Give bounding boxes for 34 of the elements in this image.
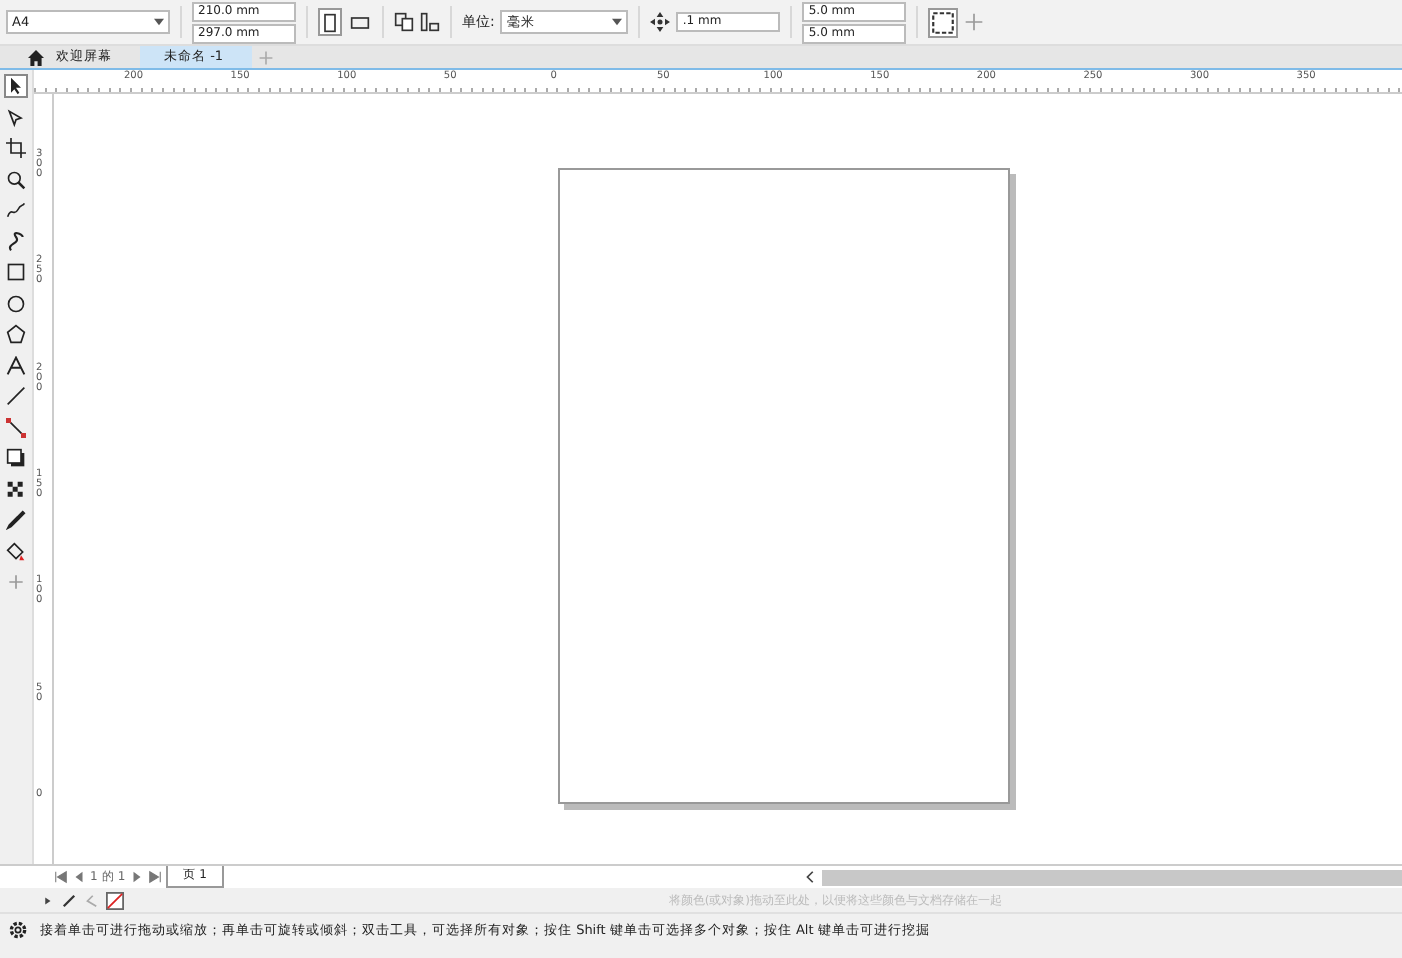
- previous-page-icon[interactable]: [72, 870, 86, 884]
- rectangle-tool-icon[interactable]: [4, 260, 28, 284]
- text-tool-icon[interactable]: [4, 353, 28, 377]
- home-icon: [28, 49, 44, 65]
- no-color-swatch[interactable]: [106, 891, 124, 909]
- expand-arrow-icon[interactable]: [40, 893, 54, 907]
- polygon-tool-icon[interactable]: [4, 322, 28, 346]
- shape-tool-icon[interactable]: [4, 105, 28, 129]
- page-layout-icon[interactable]: [420, 12, 440, 32]
- connector-tool-icon[interactable]: [4, 415, 28, 439]
- freehand-tool-icon[interactable]: [4, 198, 28, 222]
- first-page-icon[interactable]: [54, 870, 68, 884]
- caret-icon: [154, 18, 164, 26]
- zoom-tool-icon[interactable]: [4, 167, 28, 191]
- pages-icon[interactable]: [394, 12, 414, 32]
- pick-tool-icon[interactable]: [4, 74, 28, 98]
- next-page-icon[interactable]: [129, 870, 144, 884]
- horizontal-scrollbar[interactable]: [822, 869, 1402, 885]
- eyedropper-icon[interactable]: [62, 893, 76, 907]
- artistic-tool-icon[interactable]: [4, 229, 28, 253]
- settings-icon[interactable]: [8, 920, 28, 940]
- frame-icon[interactable]: [928, 7, 959, 37]
- caret-icon: [612, 18, 623, 26]
- crop-tool-icon[interactable]: [4, 136, 28, 160]
- dimension-tool-icon[interactable]: [4, 384, 28, 408]
- ellipse-tool-icon[interactable]: [4, 291, 28, 315]
- fill-tool-icon[interactable]: [4, 539, 28, 563]
- transparency-tool-icon[interactable]: [4, 477, 28, 501]
- scroll-left-icon[interactable]: [804, 870, 818, 884]
- shadow-tool-icon[interactable]: [4, 446, 28, 470]
- nudge-icon: [650, 12, 671, 32]
- eyedropper-tool-icon[interactable]: [4, 508, 28, 532]
- portrait-button[interactable]: [318, 8, 342, 36]
- last-page-icon[interactable]: [147, 870, 162, 884]
